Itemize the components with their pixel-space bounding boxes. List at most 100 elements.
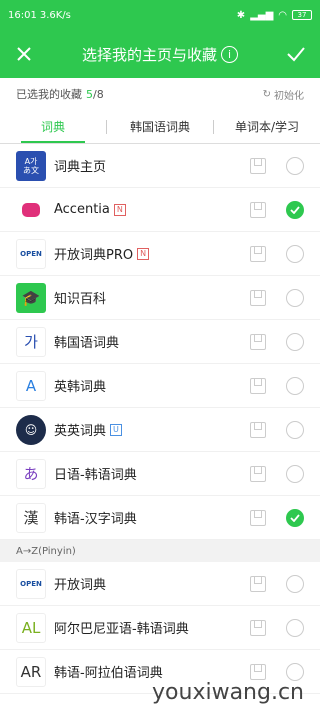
- item-label: Accentia: [54, 202, 110, 217]
- select-radio[interactable]: [286, 464, 304, 483]
- tab-wordbook[interactable]: 单词本/学习: [214, 110, 320, 143]
- bookmark-icon[interactable]: [250, 157, 266, 174]
- reset-label: 初始化: [274, 90, 304, 102]
- select-radio[interactable]: [286, 244, 304, 263]
- item-label: 韩语-阿拉伯语词典: [54, 666, 163, 681]
- korean-hanja-icon: 漢: [16, 502, 46, 533]
- list-item-label: Accentia N: [54, 202, 126, 217]
- albanian-korean-icon: AL: [16, 612, 46, 643]
- list-item-open-dictionary[interactable]: OPEN 开放词典: [0, 562, 320, 606]
- list-item-label: 知识百科: [54, 288, 106, 307]
- bookmark-icon[interactable]: [250, 465, 266, 482]
- watermark: youxiwang.cn: [152, 680, 304, 705]
- refresh-icon: ↻: [262, 88, 271, 100]
- bookmark-icon[interactable]: [250, 421, 266, 438]
- list-item-label: 开放词典PRO N: [54, 244, 150, 263]
- dictionary-list: A가 あ文 词典主页 Accentia N OPEN 开放词典PRO N 🎓 知识百…: [0, 144, 320, 694]
- select-radio[interactable]: [286, 662, 304, 681]
- list-item-english-korean[interactable]: A 英韩词典: [0, 364, 320, 408]
- bookmark-icon[interactable]: [250, 663, 266, 680]
- encyclopedia-icon: 🎓: [16, 282, 46, 313]
- japanese-korean-icon: あ: [16, 458, 46, 489]
- speech-bubble-icon: [22, 202, 40, 217]
- open-dictionary-icon: OPEN: [16, 238, 46, 269]
- bookmark-icon[interactable]: [250, 289, 266, 306]
- item-label: 英韩词典: [54, 380, 107, 395]
- signal-icon: ▂▄▆: [250, 9, 274, 21]
- info-icon[interactable]: i: [221, 45, 238, 63]
- korean-arabic-icon: AR: [16, 656, 46, 687]
- list-item-open-dictionary-pro[interactable]: OPEN 开放词典PRO N: [0, 232, 320, 276]
- list-item-japanese-korean[interactable]: あ 日语-韩语词典: [0, 452, 320, 496]
- select-radio[interactable]: [286, 376, 304, 395]
- list-item-label: 英韩词典: [54, 376, 106, 395]
- korean-dictionary-icon: 가: [16, 326, 46, 357]
- list-item-label: 韩语-阿拉伯语词典: [54, 662, 163, 681]
- status-speed: 3.6K/s: [39, 9, 71, 21]
- english-korean-icon: A: [16, 370, 46, 401]
- status-time: 16:01: [8, 9, 37, 21]
- list-item-label: 开放词典: [54, 574, 106, 593]
- reset-button[interactable]: ↻ 初始化: [263, 87, 304, 102]
- select-radio[interactable]: [286, 508, 304, 527]
- close-button[interactable]: [0, 30, 48, 78]
- selection-summary: 已选我的收藏 5 /8 ↻ 初始化: [0, 78, 320, 110]
- check-icon: [290, 513, 300, 522]
- item-label: 日语-韩语词典: [54, 468, 137, 483]
- list-item-albanian-korean[interactable]: AL 阿尔巴尼亚语-韩语词典: [0, 606, 320, 650]
- list-item-label: 英英词典 U: [54, 420, 122, 439]
- dictionary-home-icon: A가 あ文: [16, 150, 46, 181]
- new-badge: N: [113, 203, 126, 216]
- item-label: 开放词典PRO: [54, 248, 134, 263]
- summary-count: 5: [86, 87, 93, 101]
- list-item-korean-hanja[interactable]: 漢 韩语-汉字词典: [0, 496, 320, 540]
- select-radio[interactable]: [286, 420, 304, 439]
- page-title: 选择我的主页与收藏 i: [48, 44, 272, 65]
- bookmark-icon[interactable]: [250, 575, 266, 592]
- list-item-label: 阿尔巴尼亚语-韩语词典: [54, 618, 189, 637]
- list-item-label: 韩国语词典: [54, 332, 119, 351]
- summary-label: 已选我的收藏: [16, 88, 82, 101]
- list-item-korean-dictionary[interactable]: 가 韩国语词典: [0, 320, 320, 364]
- select-radio[interactable]: [286, 288, 304, 307]
- list-item-label: 日语-韩语词典: [54, 464, 137, 483]
- item-label: 韩国语词典: [54, 336, 120, 351]
- item-label: 韩语-汉字词典: [54, 512, 137, 527]
- item-label: 知识百科: [54, 292, 107, 307]
- item-label: 词典主页: [54, 160, 107, 175]
- select-radio[interactable]: [286, 156, 304, 175]
- tab-korean-dictionary[interactable]: 韩国语词典: [107, 110, 213, 143]
- list-item-label: 词典主页: [54, 156, 106, 175]
- section-header-pinyin: A→Z(Pinyin): [0, 540, 320, 562]
- confirm-button[interactable]: [272, 30, 320, 78]
- bookmark-icon[interactable]: [250, 377, 266, 394]
- tab-dictionary[interactable]: 词典: [0, 110, 106, 143]
- bookmark-icon[interactable]: [250, 201, 266, 218]
- bookmark-icon[interactable]: [250, 619, 266, 636]
- list-item-label: 韩语-汉字词典: [54, 508, 137, 527]
- select-radio[interactable]: [286, 574, 304, 593]
- english-english-icon: ☺: [16, 414, 46, 445]
- bookmark-icon[interactable]: [250, 245, 266, 262]
- page-title-text: 选择我的主页与收藏: [81, 45, 217, 64]
- update-badge: U: [110, 423, 122, 436]
- list-item-encyclopedia[interactable]: 🎓 知识百科: [0, 276, 320, 320]
- battery-level: 37: [297, 11, 307, 19]
- select-radio[interactable]: [286, 200, 304, 219]
- bookmark-icon[interactable]: [250, 509, 266, 526]
- wifi-icon: ◠: [278, 9, 287, 21]
- list-item-accentia[interactable]: Accentia N: [0, 188, 320, 232]
- item-label: 阿尔巴尼亚语-韩语词典: [54, 622, 189, 637]
- list-item-english-english[interactable]: ☺ 英英词典 U: [0, 408, 320, 452]
- list-item-dictionary-home[interactable]: A가 あ文 词典主页: [0, 144, 320, 188]
- accentia-icon: [16, 194, 46, 225]
- check-icon: [290, 205, 300, 214]
- summary-total: /8: [93, 87, 104, 101]
- bookmark-icon[interactable]: [250, 333, 266, 350]
- select-radio[interactable]: [286, 332, 304, 351]
- battery-icon: 37: [292, 10, 312, 20]
- app-bar: 选择我的主页与收藏 i: [0, 30, 320, 78]
- status-bar: 16:01 3.6K/s ✱ ▂▄▆ ◠ 37: [0, 0, 320, 30]
- tab-bar: 词典 韩国语词典 单词本/学习: [0, 110, 320, 144]
- select-radio[interactable]: [286, 618, 304, 637]
